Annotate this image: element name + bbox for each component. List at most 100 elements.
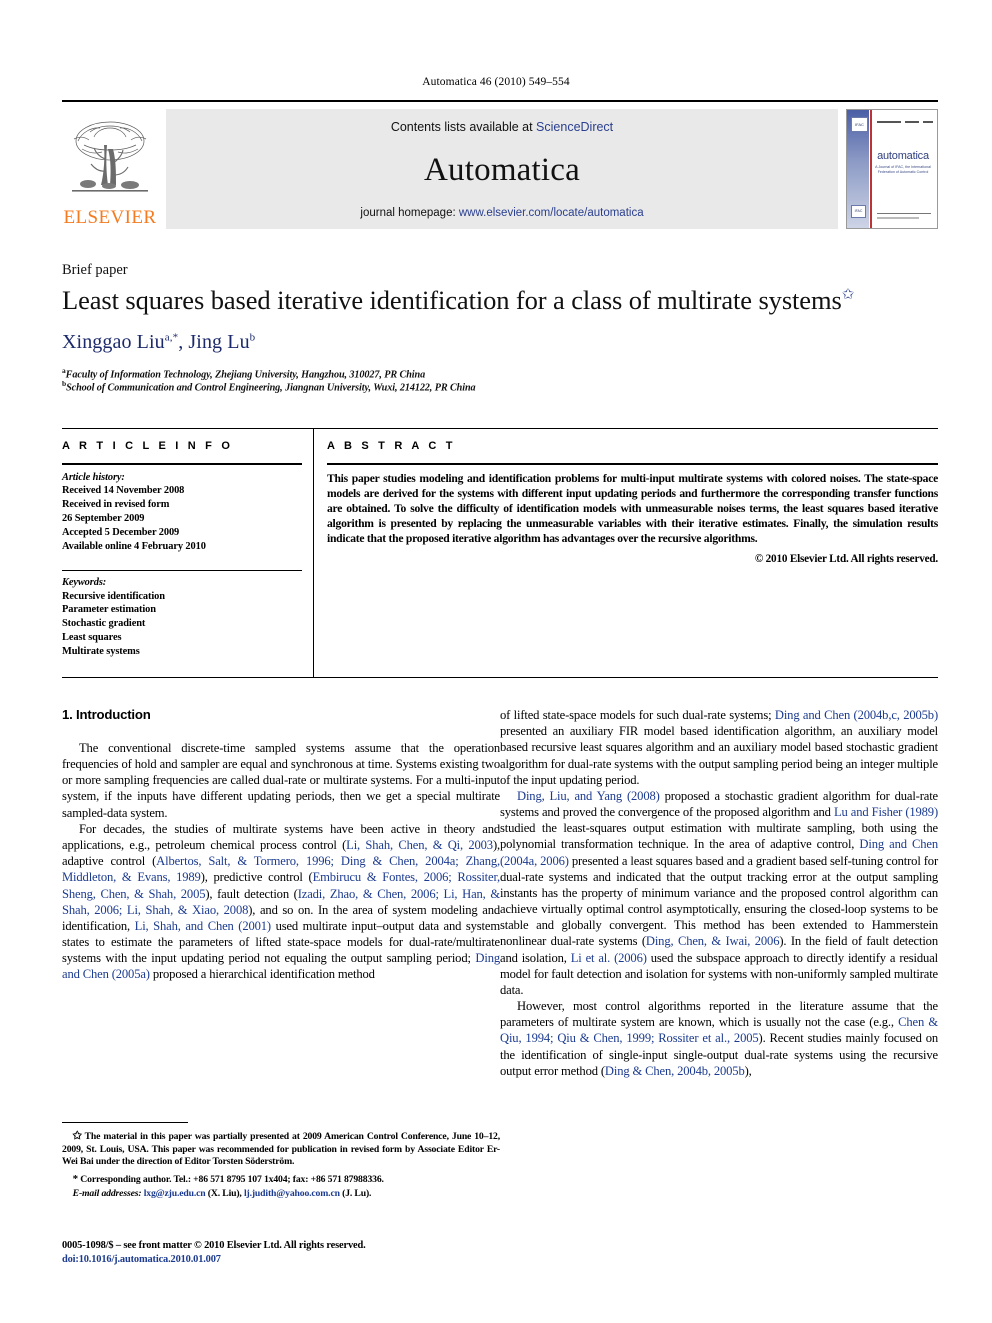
abstract-text: This paper studies modeling and identifi… <box>327 471 938 545</box>
p2-text-d: ), fault detection ( <box>205 886 298 901</box>
elsevier-logo: ELSEVIER <box>62 109 158 229</box>
imprint-block: 0005-1098/$ – see front matter © 2010 El… <box>62 1239 522 1267</box>
paragraph-2-part-left: For decades, the studies of multirate sy… <box>62 821 500 983</box>
author-separator: , <box>178 331 189 353</box>
citation-link[interactable]: Li, Shah, and Chen (2001) <box>135 919 271 933</box>
affiliation-b: bSchool of Communication and Control Eng… <box>62 379 942 393</box>
cover-title: automatica <box>877 150 929 162</box>
keyword-item: Multirate systems <box>62 645 140 657</box>
email-link-1[interactable]: lxg@zju.edu.cn <box>144 1188 206 1199</box>
band-top-rule <box>62 428 938 429</box>
imprint-line: 0005-1098/$ – see front matter © 2010 El… <box>62 1240 366 1251</box>
cover-ifac-badge-bottom: IFAC <box>851 205 866 218</box>
title-text: Least squares based iterative identifica… <box>62 285 842 315</box>
author-2-sup[interactable]: b <box>250 331 256 343</box>
citation-link[interactable]: Ding & Chen, 2004b, 2005b <box>605 1064 745 1078</box>
footnote-corr-marker: * <box>72 1172 79 1185</box>
journal-cover-thumbnail: IFAC IFAC automatica A Journal of IFAC, … <box>846 109 938 229</box>
author-1-sup[interactable]: a,* <box>165 331 178 343</box>
body-column-left: 1. Introduction The conventional discret… <box>62 707 500 983</box>
paragraph-1: The conventional discrete-time sampled s… <box>62 740 500 820</box>
citation-link[interactable]: Lu and Fisher (1989) <box>834 805 938 819</box>
doi-link[interactable]: doi:10.1016/j.automatica.2010.01.007 <box>62 1253 522 1267</box>
email-2-author: (J. Lu). <box>339 1188 372 1200</box>
homepage-prefix: journal homepage: <box>360 207 459 219</box>
paragraph-4: However, most control algorithms reporte… <box>500 998 938 1079</box>
author-list: Xinggao Liua,*, Jing Lub <box>62 331 942 354</box>
footnote-corresponding: * Corresponding author. Tel.: +86 571 87… <box>62 1172 500 1187</box>
history-item: Available online 4 February 2010 <box>62 540 206 552</box>
cover-bottom-rule <box>877 213 931 214</box>
footnote-emails: E-mail addresses: lxg@zju.edu.cn (X. Liu… <box>62 1188 500 1201</box>
p4-text-c: ), <box>744 1063 752 1078</box>
paragraph-2-part-right: of lifted state-space models for such du… <box>500 707 938 788</box>
p2-text-g: proposed a hierarchical identification m… <box>149 967 375 982</box>
p2-text-h: of lifted state-space models for such du… <box>500 708 775 722</box>
band-bottom-rule <box>62 677 938 678</box>
footnote-corr-text: Corresponding author. Tel.: +86 571 8795… <box>80 1173 384 1185</box>
article-history-label: Article history: <box>62 471 125 483</box>
band-divider <box>313 429 314 677</box>
email-link-2[interactable]: lj.judith@yahoo.com.cn <box>244 1188 340 1199</box>
paragraph-3: Ding, Liu, and Yang (2008) proposed a st… <box>500 788 938 998</box>
article-history: Article history: Received 14 November 20… <box>62 471 302 554</box>
article-info-heading: A R T I C L E I N F O <box>62 440 234 452</box>
elsevier-wordmark: ELSEVIER <box>63 207 157 228</box>
keyword-item: Recursive identification <box>62 590 165 602</box>
journal-masthead: ELSEVIER Contents lists available at Sci… <box>62 100 938 229</box>
p2-text-c: ), predictive control ( <box>200 870 313 885</box>
keywords-rule <box>62 569 302 571</box>
footnote-star-marker: ✩ <box>72 1130 82 1142</box>
citation-link[interactable]: Ding, Liu, and Yang (2008) <box>517 789 660 803</box>
history-item: Received in revised form <box>62 499 170 511</box>
keyword-item: Stochastic gradient <box>62 618 146 630</box>
page-title: Least squares based iterative identifica… <box>62 285 942 315</box>
footnote-rule <box>62 1122 188 1123</box>
cover-header-rules <box>877 121 933 124</box>
abstract-column: A B S T R A C T This paper studies model… <box>327 440 938 565</box>
cover-ifac-badge-top: IFAC <box>851 117 868 132</box>
history-item: 26 September 2009 <box>62 513 145 525</box>
p2-text-i: presented an auxiliary FIR model based i… <box>500 724 938 787</box>
history-item: Received 14 November 2008 <box>62 485 185 497</box>
keyword-item: Parameter estimation <box>62 604 156 616</box>
article-type: Brief paper <box>62 262 128 278</box>
email-label: E-mail addresses: <box>72 1188 142 1200</box>
footnote-star-text: The material in this paper was partially… <box>62 1131 500 1168</box>
p4-text-a: However, most control algorithms reporte… <box>500 999 938 1030</box>
contents-line: Contents lists available at ScienceDirec… <box>391 120 613 134</box>
elsevier-tree-icon <box>72 121 148 192</box>
citation-link[interactable]: Li et al. (2006) <box>571 951 647 965</box>
author-1[interactable]: Xinggao Liu <box>62 331 165 353</box>
footnotes: ✩ The material in this paper was partial… <box>62 1129 500 1201</box>
section-heading-introduction: 1. Introduction <box>62 707 151 722</box>
abstract-heading: A B S T R A C T <box>327 440 456 452</box>
abstract-rule <box>327 463 938 465</box>
body-column-right: of lifted state-space models for such du… <box>500 707 938 1079</box>
email-1-author: (X. Liu), <box>205 1188 244 1200</box>
sciencedirect-link[interactable]: ScienceDirect <box>536 120 613 134</box>
homepage-line: journal homepage: www.elsevier.com/locat… <box>360 207 643 219</box>
article-info-rule <box>62 463 302 465</box>
abstract-copyright: © 2010 Elsevier Ltd. All rights reserved… <box>754 552 938 565</box>
author-2[interactable]: Jing Lu <box>188 331 249 353</box>
affiliation-b-text: School of Communication and Control Engi… <box>66 382 476 394</box>
masthead-banner: Contents lists available at ScienceDirec… <box>166 109 838 229</box>
masthead-top-rule <box>62 100 938 102</box>
citation-link[interactable]: Ding and Chen (2004b,c, 2005b) <box>775 708 938 722</box>
contents-prefix: Contents lists available at <box>390 120 537 134</box>
keywords-label: Keywords: <box>62 576 107 588</box>
history-item: Accepted 5 December 2009 <box>62 526 180 538</box>
keyword-item: Least squares <box>62 632 122 644</box>
journal-title: Automatica <box>424 152 580 188</box>
citation-link[interactable]: Li, Shah, Chen, & Qi, 2003 <box>346 838 493 852</box>
cover-red-rule <box>870 110 872 228</box>
footnote-star: ✩ The material in this paper was partial… <box>62 1129 500 1169</box>
paper-page: Automatica 46 (2010) 549–554 ELSEVIER Co… <box>0 0 992 1323</box>
title-footnote-marker[interactable]: ✩ <box>842 287 855 303</box>
running-head: Automatica 46 (2010) 549–554 <box>422 76 570 88</box>
keywords-list: Keywords: Recursive identification Param… <box>62 576 302 659</box>
citation-link[interactable]: Ding, Chen, & Iwai, 2006 <box>646 934 780 948</box>
cover-subtitle: A Journal of IFAC, the International Fed… <box>875 165 931 175</box>
journal-homepage-link[interactable]: www.elsevier.com/locate/automatica <box>459 207 644 219</box>
